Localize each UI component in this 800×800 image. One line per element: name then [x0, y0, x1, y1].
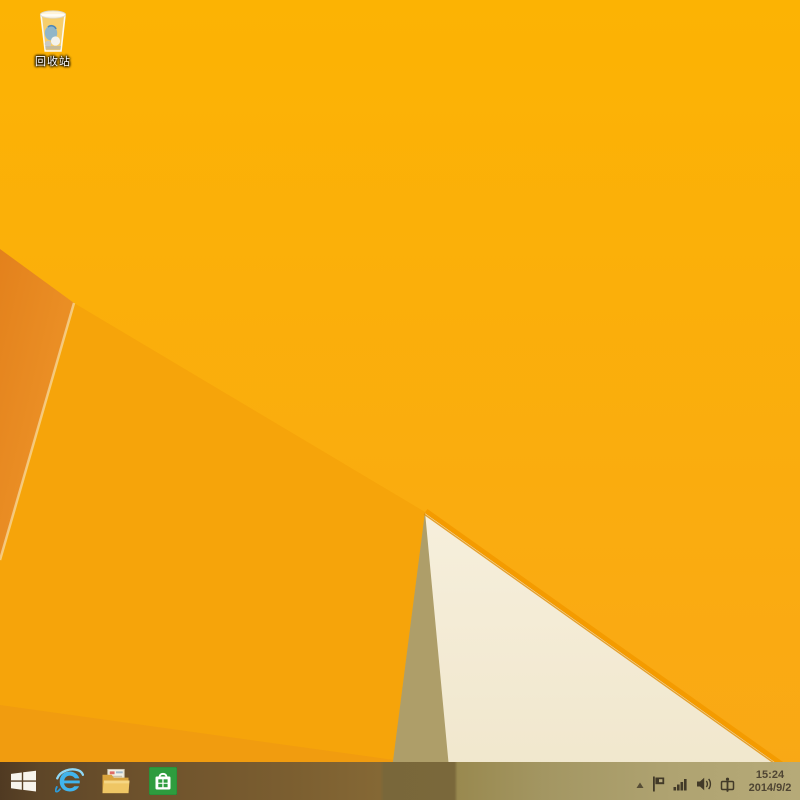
volume-speaker-icon[interactable] [696, 777, 712, 791]
input-method-keyboard-icon[interactable] [720, 777, 735, 792]
hidden-icons-chevron[interactable] [636, 782, 644, 789]
recycle-bin-label: 回收站 [35, 56, 71, 68]
clock-date: 2014/9/2 [748, 782, 792, 794]
clock-time: 15:24 [755, 769, 785, 781]
internet-explorer-button[interactable] [48, 762, 90, 800]
taskbar: 15:24 2014/9/2 [0, 762, 800, 800]
taskbar-clock[interactable]: 15:24 2014/9/2 [743, 767, 797, 795]
file-explorer-button[interactable] [94, 762, 136, 800]
network-signal-icon[interactable] [673, 778, 688, 791]
action-center-flag-icon[interactable] [652, 776, 665, 792]
windows-logo-icon [10, 770, 36, 792]
wallpaper-image [0, 0, 800, 800]
store-button[interactable] [142, 762, 184, 800]
desktop: 回收站 15:24 2014/9/2 [0, 0, 800, 800]
system-tray: 15:24 2014/9/2 [636, 762, 800, 800]
recycle-bin-icon [39, 10, 67, 52]
folder-icon [101, 768, 129, 793]
start-button[interactable] [2, 762, 44, 800]
recycle-bin[interactable]: 回收站 [24, 5, 82, 68]
ie-e-icon [54, 767, 84, 793]
store-bag-icon [149, 767, 177, 795]
